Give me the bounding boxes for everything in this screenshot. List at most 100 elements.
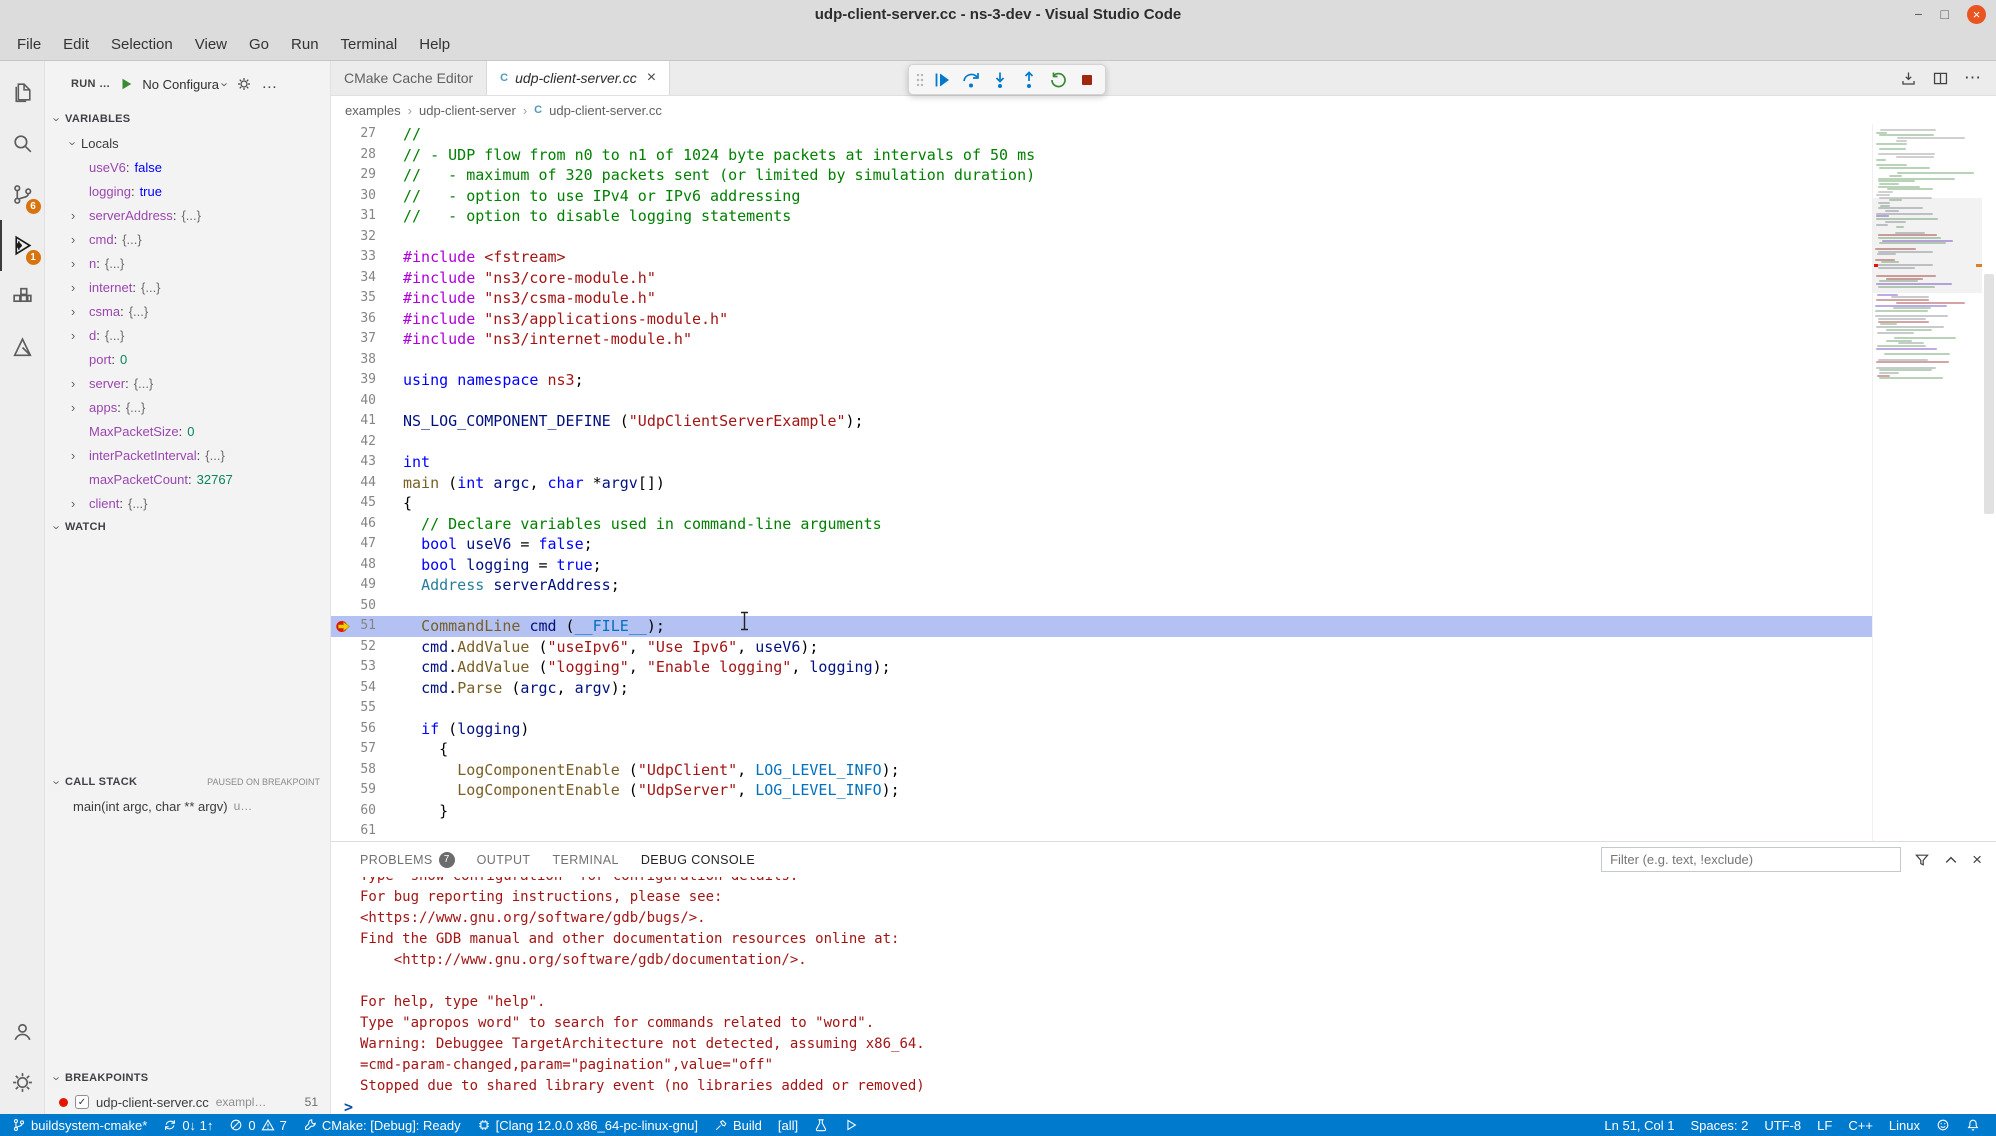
code-line-51[interactable]: 51 CommandLine cmd (__FILE__); — [331, 616, 1872, 637]
code-line-60[interactable]: 60 } — [331, 801, 1872, 822]
cursor-position[interactable]: Ln 51, Col 1 — [1596, 1114, 1682, 1136]
problems-status[interactable]: 0 7 — [221, 1114, 294, 1136]
code-line-38[interactable]: 38 — [331, 350, 1872, 371]
cmake-status[interactable]: CMake: [Debug]: Ready — [295, 1114, 469, 1136]
panel-tab-output[interactable]: OUTPUT — [466, 842, 542, 877]
code-line-43[interactable]: 43int — [331, 452, 1872, 473]
gutter-31[interactable]: 31 — [331, 206, 403, 227]
code-line-48[interactable]: 48 bool logging = true; — [331, 555, 1872, 576]
expand-chevron-icon[interactable]: › — [71, 256, 75, 271]
restart-icon[interactable] — [1045, 67, 1071, 93]
variable-row-interPacketInterval[interactable]: ›interPacketInterval:{...} — [45, 443, 330, 467]
code-line-39[interactable]: 39using namespace ns3; — [331, 370, 1872, 391]
variable-row-apps[interactable]: ›apps:{...} — [45, 395, 330, 419]
source-control-icon[interactable]: 6 — [0, 169, 45, 220]
maximize-panel-icon[interactable] — [1943, 852, 1959, 868]
debug-settings-gear-icon[interactable] — [236, 76, 252, 92]
breakpoints-section-header[interactable]: › BREAKPOINTS — [45, 1066, 330, 1090]
code-line-49[interactable]: 49 Address serverAddress; — [331, 575, 1872, 596]
gutter-50[interactable]: 50 — [331, 596, 403, 617]
minimap-slider[interactable] — [1873, 198, 1982, 293]
gutter-48[interactable]: 48 — [331, 555, 403, 576]
menu-file[interactable]: File — [6, 28, 52, 60]
continue-icon[interactable] — [929, 67, 955, 93]
cmake-icon[interactable] — [0, 322, 45, 373]
variable-row-d[interactable]: ›d:{...} — [45, 323, 330, 347]
locals-scope-row[interactable]: › Locals — [45, 131, 330, 155]
panel-tab-debug-console[interactable]: DEBUG CONSOLE — [630, 842, 766, 877]
stack-frame-row[interactable]: main(int argc, char ** argv) u… — [45, 794, 330, 818]
variable-row-serverAddress[interactable]: ›serverAddress:{...} — [45, 203, 330, 227]
gutter-40[interactable]: 40 — [331, 391, 403, 412]
gutter-43[interactable]: 43 — [331, 452, 403, 473]
gutter-57[interactable]: 57 — [331, 739, 403, 760]
expand-chevron-icon[interactable]: › — [71, 328, 75, 343]
gutter-60[interactable]: 60 — [331, 801, 403, 822]
gutter-49[interactable]: 49 — [331, 575, 403, 596]
gutter-33[interactable]: 33 — [331, 247, 403, 268]
gutter-54[interactable]: 54 — [331, 678, 403, 699]
gutter-44[interactable]: 44 — [331, 473, 403, 494]
menu-terminal[interactable]: Terminal — [330, 28, 409, 60]
gutter-58[interactable]: 58 — [331, 760, 403, 781]
breakpoint-checkbox[interactable]: ✓ — [75, 1095, 89, 1109]
test-button[interactable] — [806, 1114, 836, 1136]
stop-icon[interactable] — [1074, 67, 1100, 93]
variable-row-MaxPacketSize[interactable]: MaxPacketSize:0 — [45, 419, 330, 443]
code-line-32[interactable]: 32 — [331, 227, 1872, 248]
gutter-52[interactable]: 52 — [331, 637, 403, 658]
close-tab-icon[interactable]: × — [647, 70, 656, 86]
breadcrumb-item[interactable]: examples — [345, 103, 401, 118]
editor-scrollbar[interactable] — [1982, 124, 1996, 841]
editor-tab[interactable]: Cudp-client-server.cc× — [487, 61, 670, 95]
panel-tab-terminal[interactable]: TERMINAL — [541, 842, 629, 877]
indentation[interactable]: Spaces: 2 — [1683, 1114, 1757, 1136]
explorer-icon[interactable] — [0, 67, 45, 118]
expand-chevron-icon[interactable]: › — [71, 304, 75, 319]
menu-view[interactable]: View — [184, 28, 238, 60]
menu-selection[interactable]: Selection — [100, 28, 184, 60]
maximize-icon[interactable]: □ — [1941, 7, 1949, 21]
menu-run[interactable]: Run — [280, 28, 330, 60]
gutter-38[interactable]: 38 — [331, 350, 403, 371]
variable-row-csma[interactable]: ›csma:{...} — [45, 299, 330, 323]
code-line-30[interactable]: 30// - option to use IPv4 or IPv6 addres… — [331, 186, 1872, 207]
kit-status[interactable]: [Clang 12.0.0 x86_64-pc-linux-gnu] — [469, 1114, 706, 1136]
build-target[interactable]: [all] — [770, 1114, 806, 1136]
open-changes-icon[interactable] — [1900, 70, 1917, 87]
git-branch-status[interactable]: buildsystem-cmake* — [4, 1114, 155, 1136]
debug-console-output[interactable]: Type "show configuration" for configurat… — [331, 877, 1996, 1114]
gutter-47[interactable]: 47 — [331, 534, 403, 555]
editor-tab[interactable]: CMake Cache Editor — [331, 61, 487, 95]
code-line-44[interactable]: 44main (int argc, char *argv[]) — [331, 473, 1872, 494]
minimap[interactable] — [1872, 124, 1982, 841]
menu-edit[interactable]: Edit — [52, 28, 100, 60]
account-icon[interactable] — [0, 1006, 45, 1057]
variable-row-client[interactable]: ›client:{...} — [45, 491, 330, 515]
gutter-59[interactable]: 59 — [331, 780, 403, 801]
code-line-61[interactable]: 61 — [331, 821, 1872, 841]
code-line-53[interactable]: 53 cmd.AddValue ("logging", "Enable logg… — [331, 657, 1872, 678]
gutter-51[interactable]: 51 — [331, 616, 403, 637]
console-input-row[interactable]: > — [360, 1097, 1996, 1114]
code-line-31[interactable]: 31// - option to disable logging stateme… — [331, 206, 1872, 227]
call-stack-section-header[interactable]: › CALL STACK PAUSED ON BREAKPOINT — [45, 770, 330, 794]
gutter-55[interactable]: 55 — [331, 698, 403, 719]
code-line-34[interactable]: 34#include "ns3/core-module.h" — [331, 268, 1872, 289]
step-over-icon[interactable] — [958, 67, 984, 93]
gutter-35[interactable]: 35 — [331, 288, 403, 309]
variable-row-useV6[interactable]: useV6:false — [45, 155, 330, 179]
eol[interactable]: LF — [1809, 1114, 1840, 1136]
code-line-42[interactable]: 42 — [331, 432, 1872, 453]
scrollbar-thumb[interactable] — [1984, 274, 1994, 514]
feedback-button[interactable] — [1928, 1114, 1958, 1136]
split-editor-icon[interactable] — [1932, 70, 1949, 87]
git-sync-status[interactable]: 0↓ 1↑ — [155, 1114, 221, 1136]
menu-go[interactable]: Go — [238, 28, 280, 60]
minimize-icon[interactable]: − — [1914, 7, 1922, 21]
gutter-37[interactable]: 37 — [331, 329, 403, 350]
launch-button[interactable] — [836, 1114, 866, 1136]
gutter-56[interactable]: 56 — [331, 719, 403, 740]
gutter-32[interactable]: 32 — [331, 227, 403, 248]
gutter-61[interactable]: 61 — [331, 821, 403, 841]
